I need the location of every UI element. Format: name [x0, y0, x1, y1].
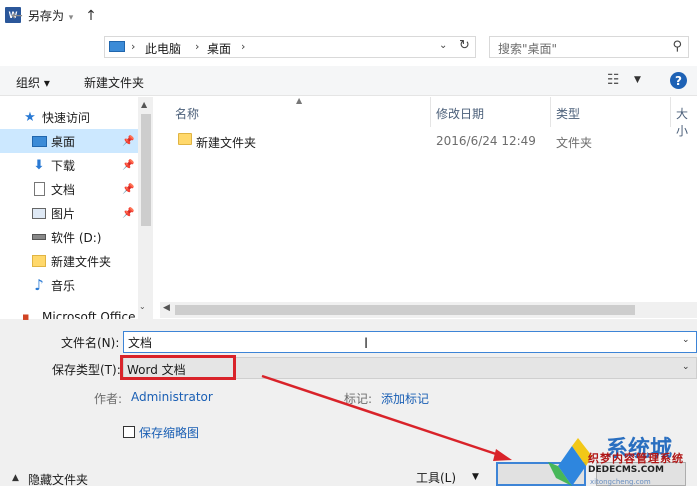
chevron-down-icon[interactable]: ▼	[634, 75, 641, 85]
pin-icon[interactable]: 📌	[122, 136, 134, 147]
breadcrumb-separator-icon: ›	[241, 40, 246, 53]
pin-icon[interactable]: 📌	[122, 184, 134, 195]
search-icon[interactable]: ⚲	[672, 39, 682, 54]
save-thumbnail-label[interactable]: 保存缩略图	[139, 424, 199, 441]
sort-ascending-icon: ▲	[296, 96, 303, 105]
computer-icon	[109, 41, 125, 52]
column-divider[interactable]	[670, 97, 671, 127]
address-bar[interactable]: › 此电脑 › 桌面 › ⌄ ↻	[104, 36, 476, 58]
view-options-icon[interactable]: ☷	[607, 72, 620, 88]
address-dropdown-icon[interactable]: ⌄	[439, 40, 447, 51]
scroll-up-icon[interactable]: ▲	[141, 100, 147, 109]
table-row-modified: 2016/6/24 12:49	[436, 134, 536, 148]
table-row-type: 文件夹	[556, 136, 593, 150]
chevron-down-icon[interactable]: ▼	[472, 472, 479, 482]
sidebar-item-drive-d[interactable]: 软件 (D:)	[0, 225, 138, 249]
sidebar-item-quick-access[interactable]: ★ 快速访问	[0, 105, 138, 129]
music-icon: ♪	[34, 276, 44, 294]
breadcrumb-separator-icon: ›	[131, 40, 136, 53]
chevron-up-icon[interactable]: ▲	[12, 473, 19, 483]
horizontal-scroll-thumb[interactable]	[175, 305, 635, 315]
sidebar-item-label: 新建文件夹	[51, 254, 112, 269]
watermark-url: xitongcheng.com	[590, 478, 651, 486]
pin-icon[interactable]: 📌	[122, 208, 134, 219]
column-divider[interactable]	[550, 97, 551, 127]
filename-input[interactable]: 文档	[123, 331, 697, 353]
folder-icon	[31, 254, 47, 268]
tags-label: 标记:	[344, 392, 373, 406]
sidebar-item-label: 音乐	[51, 278, 76, 293]
organize-button[interactable]: 组织 ▾	[16, 74, 50, 91]
folder-icon	[178, 133, 192, 145]
column-header-size[interactable]: 大小	[676, 105, 697, 139]
sidebar-item-downloads[interactable]: ⬇ 下载 📌	[0, 153, 138, 177]
refresh-icon[interactable]: ↻	[459, 38, 470, 53]
file-list: 名称 修改日期 类型 大小	[153, 97, 697, 319]
sidebar-item-label: 桌面	[51, 134, 76, 149]
title-bar	[0, 0, 697, 32]
new-folder-button[interactable]: 新建文件夹	[84, 74, 144, 91]
sidebar-item-label: 图片	[51, 206, 76, 221]
sidebar-item-label: 文档	[51, 182, 76, 197]
tags-field[interactable]: 添加标记	[381, 390, 429, 407]
save-type-label: 保存类型(T):	[52, 363, 121, 377]
forward-arrow-icon[interactable]: →	[36, 8, 54, 24]
chevron-down-icon[interactable]: ⌄	[682, 362, 690, 372]
document-icon	[31, 182, 47, 196]
column-header-modified[interactable]: 修改日期	[436, 105, 484, 122]
chevron-down-icon[interactable]: ⌄	[682, 335, 690, 345]
column-divider[interactable]	[430, 97, 431, 127]
help-icon[interactable]: ?	[670, 72, 687, 89]
back-arrow-icon[interactable]: ←	[8, 8, 26, 24]
sidebar-scroll-thumb[interactable]	[141, 114, 151, 226]
watermark-brand: DEDECMS.COM	[588, 465, 664, 475]
picture-icon	[31, 206, 47, 220]
desktop-icon	[31, 134, 47, 148]
sidebar-item-microsoft-office[interactable]: Microsoft Office	[42, 310, 135, 319]
sidebar-item-label: 软件 (D:)	[51, 230, 102, 245]
column-header-name[interactable]: 名称	[175, 105, 199, 122]
sidebar-item-music[interactable]: ♪ 音乐	[0, 273, 138, 297]
command-toolbar: 组织 ▾ 新建文件夹 ☷ ▼ ?	[0, 66, 697, 96]
search-input[interactable]: 搜索"桌面" ⚲	[489, 36, 689, 58]
sidebar-item-documents[interactable]: 文档 📌	[0, 177, 138, 201]
scroll-left-icon[interactable]: ◀	[163, 303, 170, 313]
filename-label: 文件名(N):	[61, 336, 120, 350]
sidebar-item-pictures[interactable]: 图片 📌	[0, 201, 138, 225]
tools-button[interactable]: 工具(L)	[416, 469, 456, 486]
author-label: 作者:	[94, 392, 123, 406]
text-cursor-icon: I	[364, 336, 369, 352]
hide-folders-button[interactable]: 隐藏文件夹	[28, 471, 88, 486]
sidebar-item-desktop[interactable]: 桌面 📌	[0, 129, 138, 153]
pin-icon[interactable]: 📌	[122, 160, 134, 171]
breadcrumb-this-pc[interactable]: 此电脑	[145, 40, 181, 57]
watermark-subtitle: 织梦内容管理系统	[588, 452, 684, 465]
drive-icon	[31, 230, 47, 244]
star-icon: ★	[24, 109, 36, 125]
sidebar-item-label: 下载	[51, 158, 76, 173]
breadcrumb-separator-icon: ›	[195, 40, 200, 53]
sidebar-item-new-folder[interactable]: 新建文件夹	[0, 249, 138, 273]
navigation-pane: ★ 快速访问 桌面 📌 ⬇ 下载 📌 文档 📌 图片 📌 软件 (D:) 新建文…	[0, 97, 153, 319]
author-field[interactable]: Administrator	[131, 390, 213, 404]
breadcrumb-desktop[interactable]: 桌面	[207, 40, 231, 57]
column-header-type[interactable]: 类型	[556, 105, 580, 122]
scroll-down-icon[interactable]: ⌄	[139, 302, 146, 311]
sidebar-item-label: 快速访问	[42, 110, 91, 125]
save-thumbnail-checkbox[interactable]	[123, 426, 135, 438]
search-placeholder: 搜索"桌面"	[498, 42, 558, 56]
download-icon: ⬇	[33, 157, 45, 173]
annotation-highlight-box	[120, 355, 236, 380]
chevron-down-icon[interactable]: ▾	[62, 10, 80, 26]
office-icon: ▪	[22, 310, 30, 320]
up-arrow-icon[interactable]: ↑	[82, 8, 100, 24]
table-row-name[interactable]: 新建文件夹	[196, 134, 256, 151]
